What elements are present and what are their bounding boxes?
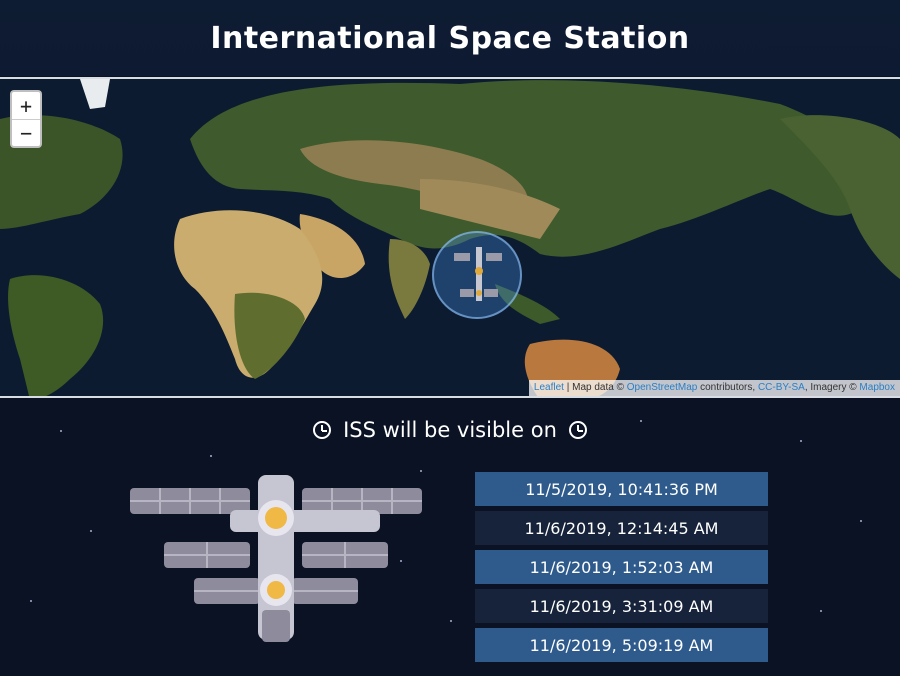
clock-icon <box>313 421 332 439</box>
pass-time-item: 11/6/2019, 12:14:45 AM <box>475 511 768 545</box>
pass-time-item: 11/6/2019, 3:31:09 AM <box>475 589 768 623</box>
zoom-control: + − <box>10 90 42 148</box>
pass-time-item: 11/5/2019, 10:41:36 PM <box>475 472 768 506</box>
pass-time-item: 11/6/2019, 5:09:19 AM <box>475 628 768 662</box>
pass-list: 11/5/2019, 10:41:36 PM 11/6/2019, 12:14:… <box>475 472 768 667</box>
world-map[interactable]: + − Leaflet | Map data © OpenStreetMap c… <box>0 77 900 398</box>
page-title: International Space Station <box>210 20 690 56</box>
openstreetmap-link[interactable]: OpenStreetMap <box>627 382 698 393</box>
pass-time-item: 11/6/2019, 1:52:03 AM <box>475 550 768 584</box>
attribution-text-1: | Map data © <box>563 382 627 393</box>
iss-map-marker-icon[interactable] <box>432 231 522 319</box>
map-attribution: Leaflet | Map data © OpenStreetMap contr… <box>528 380 900 396</box>
clock-icon <box>568 421 587 439</box>
visibility-heading: ISS will be visible on <box>0 418 900 442</box>
license-link[interactable]: CC-BY-SA <box>758 382 805 393</box>
leaflet-link[interactable]: Leaflet <box>534 382 564 393</box>
attribution-text-2: contributors, <box>697 382 758 393</box>
mapbox-link[interactable]: Mapbox <box>859 382 895 393</box>
app-header: International Space Station <box>0 0 900 76</box>
visibility-heading-text: ISS will be visible on <box>343 418 557 442</box>
zoom-in-button[interactable]: + <box>12 92 40 119</box>
iss-station-icon <box>130 470 425 649</box>
attribution-text-3: , Imagery © <box>804 382 860 393</box>
zoom-out-button[interactable]: − <box>12 119 40 146</box>
